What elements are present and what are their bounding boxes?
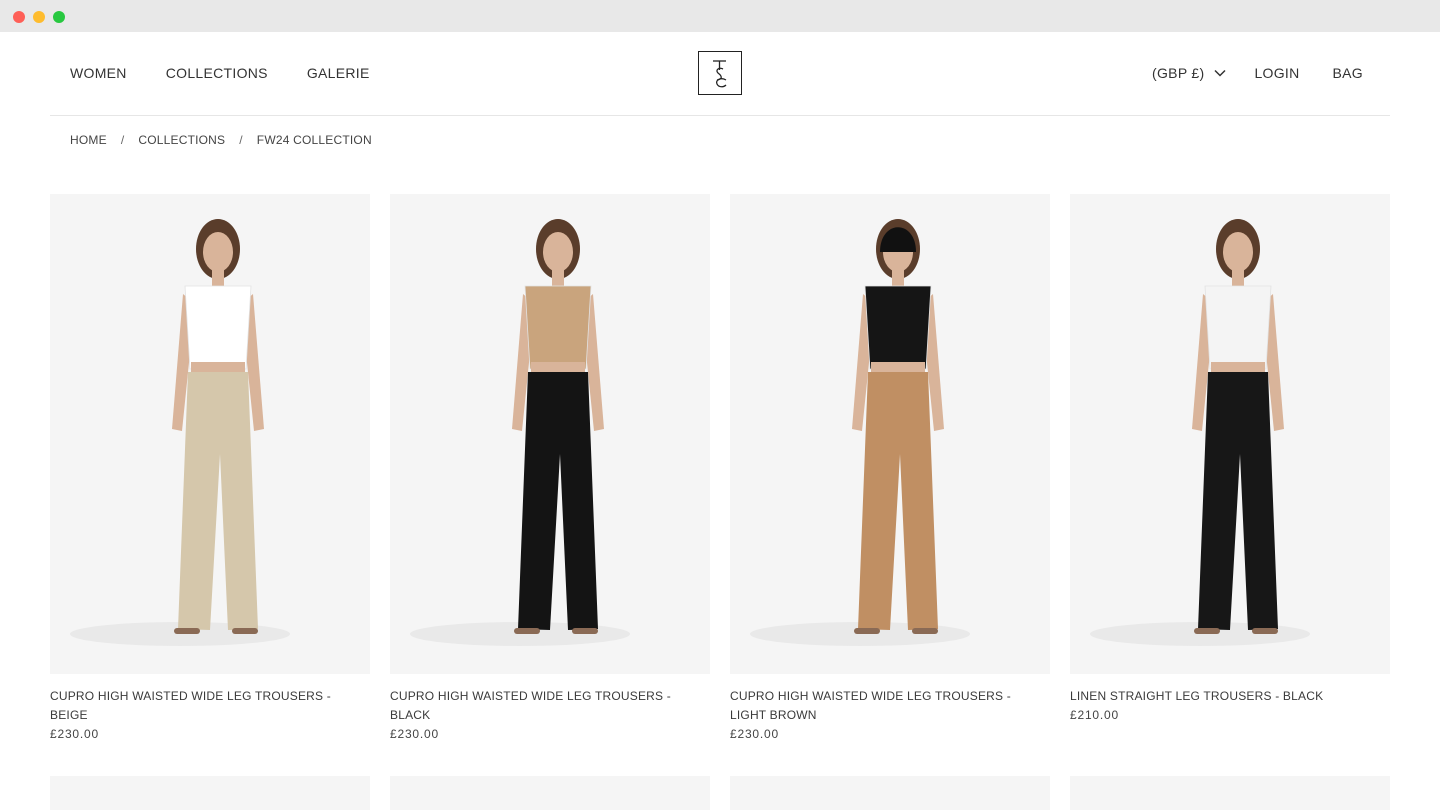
product-image[interactable] — [730, 776, 1050, 810]
site-header: WOMEN COLLECTIONS GALERIE (GBP £) LOGIN … — [50, 32, 1390, 116]
close-window-button[interactable] — [13, 11, 25, 23]
brand-logo[interactable] — [698, 51, 742, 95]
currency-selector[interactable]: (GBP £) — [1152, 65, 1226, 81]
breadcrumb-home[interactable]: HOME — [70, 133, 107, 147]
product-image[interactable] — [1070, 776, 1390, 810]
login-link[interactable]: LOGIN — [1254, 65, 1299, 81]
breadcrumb-current: FW24 COLLECTION — [256, 133, 372, 147]
product-price: £230.00 — [730, 727, 779, 741]
product-image[interactable] — [390, 194, 710, 674]
main-nav: WOMEN COLLECTIONS GALERIE — [70, 65, 370, 81]
nav-collections[interactable]: COLLECTIONS — [166, 65, 268, 81]
product-card[interactable]: LINEN STRAIGHT LEG TROUSERS - BLACK £210… — [1070, 194, 1390, 722]
bag-link[interactable]: BAG — [1333, 65, 1363, 81]
product-image[interactable] — [50, 194, 370, 674]
product-image[interactable] — [1070, 194, 1390, 674]
model-photo — [70, 219, 290, 646]
page: WOMEN COLLECTIONS GALERIE (GBP £) LOGIN … — [0, 32, 1440, 810]
breadcrumb-separator: / — [239, 133, 243, 147]
logo-monogram-icon — [713, 60, 727, 88]
product-name[interactable]: CUPRO HIGH WAISTED WIDE LEG TROUSERS - L… — [730, 687, 1050, 725]
window-titlebar — [0, 0, 1440, 32]
product-price: £230.00 — [50, 727, 99, 741]
breadcrumb: HOME / COLLECTIONS / FW24 COLLECTION — [70, 133, 372, 147]
account-nav: (GBP £) LOGIN BAG — [1152, 65, 1363, 81]
nav-galerie[interactable]: GALERIE — [307, 65, 370, 81]
product-card[interactable] — [1070, 776, 1390, 810]
product-card[interactable]: CUPRO HIGH WAISTED WIDE LEG TROUSERS - L… — [730, 194, 1050, 741]
product-image[interactable] — [730, 194, 1050, 674]
nav-women[interactable]: WOMEN — [70, 65, 127, 81]
product-price: £230.00 — [390, 727, 439, 741]
product-price: £210.00 — [1070, 708, 1119, 722]
product-card[interactable] — [730, 776, 1050, 810]
currency-label: (GBP £) — [1152, 65, 1205, 81]
model-photo — [750, 219, 970, 646]
breadcrumb-collections[interactable]: COLLECTIONS — [138, 133, 225, 147]
product-image[interactable] — [50, 776, 370, 810]
product-card[interactable]: CUPRO HIGH WAISTED WIDE LEG TROUSERS - B… — [50, 194, 370, 741]
product-card[interactable] — [390, 776, 710, 810]
maximize-window-button[interactable] — [53, 11, 65, 23]
product-card[interactable] — [50, 776, 370, 810]
product-name[interactable]: CUPRO HIGH WAISTED WIDE LEG TROUSERS - B… — [390, 687, 710, 725]
product-name[interactable]: LINEN STRAIGHT LEG TROUSERS - BLACK — [1070, 687, 1390, 706]
model-photo — [1090, 219, 1310, 646]
product-image[interactable] — [390, 776, 710, 810]
product-card[interactable]: CUPRO HIGH WAISTED WIDE LEG TROUSERS - B… — [390, 194, 710, 741]
minimize-window-button[interactable] — [33, 11, 45, 23]
breadcrumb-separator: / — [120, 133, 125, 147]
chevron-down-icon — [1214, 69, 1226, 77]
product-name[interactable]: CUPRO HIGH WAISTED WIDE LEG TROUSERS - B… — [50, 687, 370, 725]
model-photo — [410, 219, 630, 646]
